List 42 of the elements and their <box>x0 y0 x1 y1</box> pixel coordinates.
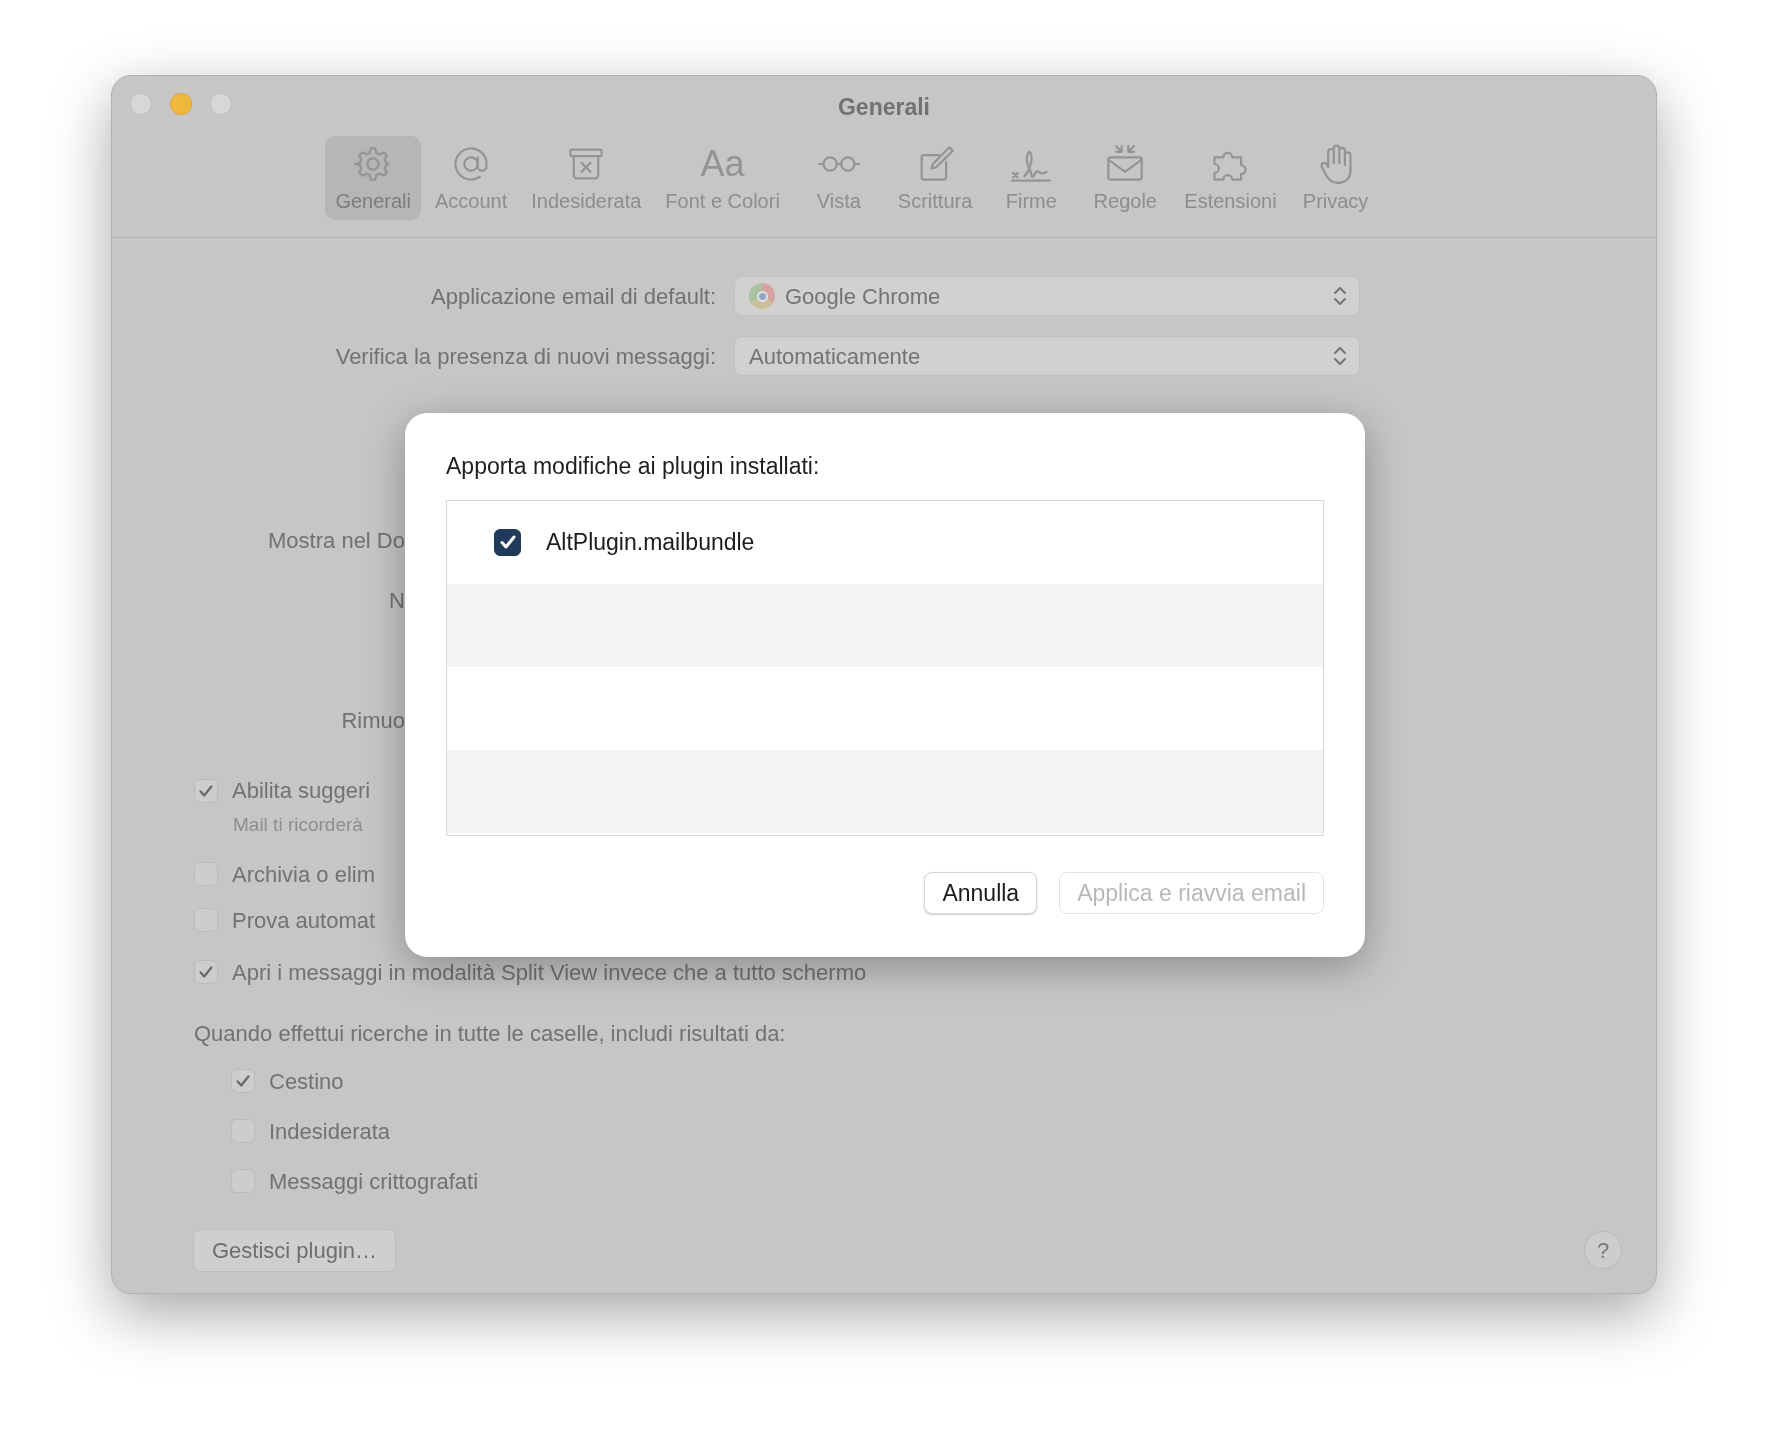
section-heading: Quando effettui ricerche in tutte le caselle, includi risultati da: <box>193 1019 787 1048</box>
checkbox[interactable] <box>194 960 218 984</box>
checkbox-label: Prova automat <box>232 906 376 935</box>
toolbar-tab[interactable]: Firme <box>986 135 1077 220</box>
checkbox[interactable] <box>194 778 218 803</box>
cancel-button[interactable]: Annulla <box>924 871 1038 914</box>
checkmark-icon <box>234 1072 252 1090</box>
setting-label: Mostra nel Do <box>268 527 405 555</box>
toolbar-tab[interactable]: Indesiderata <box>521 135 652 220</box>
chevrons-icon <box>1333 344 1347 368</box>
checkbox-label: Abilita suggeri <box>232 777 371 805</box>
plugin-name: AltPlugin.mailbundle <box>546 527 755 557</box>
setting-label: Rimuo <box>341 707 405 735</box>
toolbar-tab[interactable]: Generali <box>325 135 421 220</box>
window-title: Generali <box>837 93 930 122</box>
setting-label: N <box>389 587 405 615</box>
dialog-title: Apporta modifiche ai plugin installati: <box>446 452 821 481</box>
dropdown[interactable]: Automaticamente <box>734 336 1360 376</box>
toolbar-tab[interactable]: Account <box>425 135 518 220</box>
checkbox[interactable] <box>494 528 521 556</box>
checkbox[interactable] <box>231 1069 255 1093</box>
checkbox-label: Apri i messaggi in modalità Split View invece che a tutto schermo <box>232 958 867 987</box>
checkbox-label: Indesiderata <box>269 1117 391 1146</box>
help-button[interactable]: ? <box>1584 1231 1622 1269</box>
envelope-arrows-icon <box>1105 143 1146 184</box>
glasses-icon <box>817 153 860 174</box>
toolbar-tab[interactable]: Regole <box>1080 135 1171 220</box>
chevrons-icon <box>1333 284 1347 308</box>
checkbox-label: Archivia o elim <box>232 860 376 889</box>
checkmark-icon <box>197 963 215 981</box>
toolbar-tab[interactable]: Vista <box>793 135 884 220</box>
setting-label: Verifica la presenza di nuovi messaggi: <box>334 342 717 371</box>
minimize-button[interactable] <box>170 93 192 115</box>
hint-text: Mail ti ricorderà <box>232 813 364 837</box>
manage-plugins-button[interactable]: Gestisci plugin… <box>193 1228 397 1272</box>
dropdown[interactable]: Google Chrome <box>734 276 1360 316</box>
toolbar-tab[interactable]: Scrittura <box>887 135 983 220</box>
checkbox-label: Cestino <box>269 1067 344 1096</box>
checkbox-label: Messaggi crittografati <box>269 1167 479 1196</box>
setting-label: Applicazione email di default: <box>430 282 717 311</box>
toolbar-tab[interactable]: Estensioni <box>1174 135 1287 220</box>
toolbar-tab[interactable]: Privacy <box>1290 135 1381 220</box>
